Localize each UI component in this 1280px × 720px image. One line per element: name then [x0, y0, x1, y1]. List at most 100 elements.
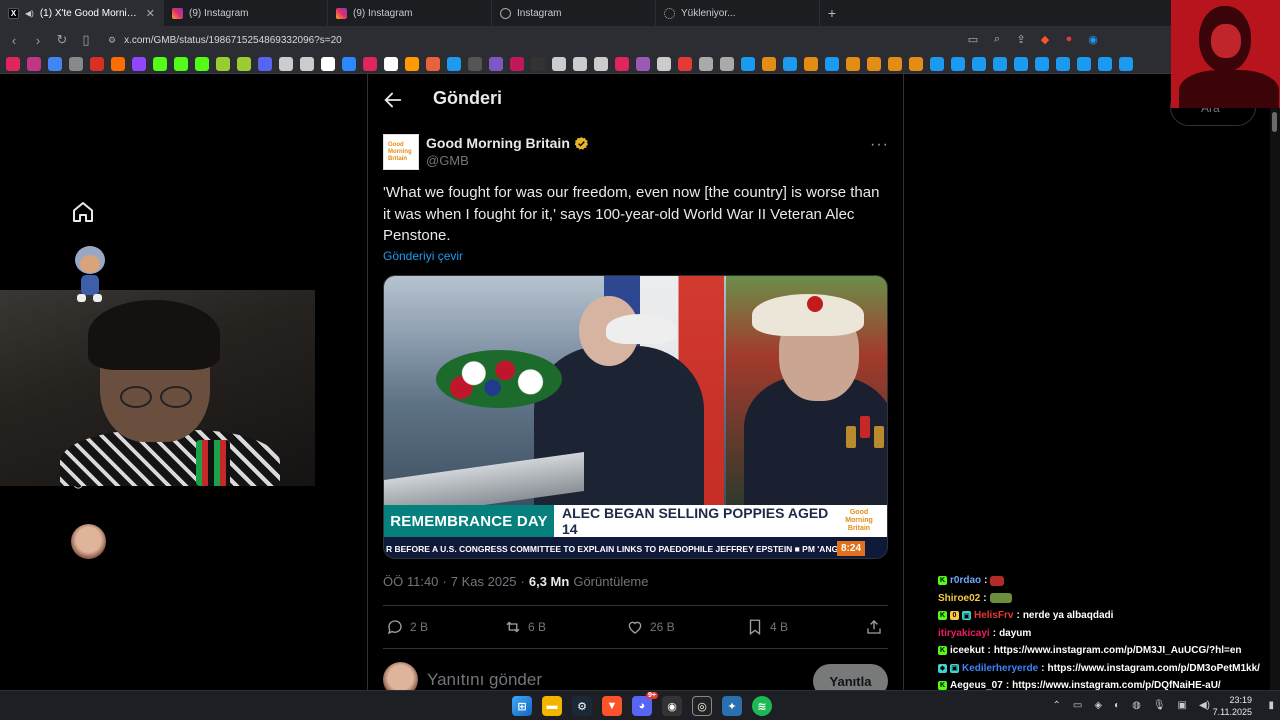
bookmark-favicon-icon[interactable] [174, 56, 188, 71]
microphone-icon[interactable]: 🎙︎ [1153, 700, 1166, 711]
bookmark-favicon-icon[interactable] [237, 56, 251, 71]
bookmark-favicon-icon[interactable] [951, 56, 965, 71]
bookmark-favicon-icon[interactable] [762, 56, 776, 71]
file-explorer-icon[interactable]: ▬ [542, 696, 562, 716]
discord-icon[interactable]: ◕ 9+ [632, 692, 658, 716]
bookmark-favicon-icon[interactable] [531, 56, 545, 71]
chat-username[interactable]: Shiroe02 [938, 593, 980, 604]
bookmark-favicon-icon[interactable] [342, 56, 356, 71]
repost-button[interactable]: 6 B [504, 618, 546, 636]
bookmark-favicon-icon[interactable] [132, 56, 146, 71]
brave-shield-icon[interactable]: ◆ [1038, 32, 1052, 46]
notification-icon[interactable]: ▮ [1268, 700, 1274, 711]
extension-icon[interactable]: ● [1062, 32, 1076, 46]
bookmark-favicon-icon[interactable] [1056, 56, 1070, 71]
monitor-icon[interactable]: ▣ [1178, 700, 1187, 711]
tweet-date[interactable]: 7 Kas 2025 [451, 574, 517, 589]
bookmark-favicon-icon[interactable] [846, 56, 860, 71]
speaker-icon[interactable]: ◀) [25, 9, 34, 18]
bookmark-favicon-icon[interactable] [69, 56, 83, 71]
bookmark-favicon-icon[interactable] [615, 56, 629, 71]
page-scrollbar[interactable] [1270, 108, 1280, 690]
bookmark-favicon-icon[interactable] [447, 56, 461, 71]
share-icon[interactable]: ⇪ [1014, 32, 1028, 46]
app-icon[interactable]: ◎ [692, 696, 712, 716]
bookmark-favicon-icon[interactable] [909, 56, 923, 71]
site-info-icon[interactable]: ⚙ [108, 35, 116, 46]
tweet-video[interactable]: REMEMBRANCE DAY ALEC BEGAN SELLING POPPI… [383, 275, 888, 559]
bookmark-favicon-icon[interactable] [384, 56, 398, 71]
network-icon[interactable]: ◍ [1132, 700, 1141, 711]
scrollbar-thumb[interactable] [1272, 112, 1277, 132]
close-tab-icon[interactable]: ✕ [146, 7, 155, 20]
like-button[interactable]: 26 B [626, 618, 675, 636]
bookmark-favicon-icon[interactable] [153, 56, 167, 71]
steam-icon[interactable]: ⚙ [572, 696, 592, 716]
bookmark-favicon-icon[interactable] [678, 56, 692, 71]
chat-username[interactable]: iceekut [950, 645, 984, 656]
bookmark-favicon-icon[interactable] [573, 56, 587, 71]
account-avatar[interactable]: Good Morning Britain [383, 134, 419, 170]
tab-x-gmb[interactable]: X ◀) (1) X'te Good Morning Britain ✕ [0, 0, 164, 26]
reply-button[interactable]: 2 B [386, 618, 428, 636]
bookmark-favicon-icon[interactable] [363, 56, 377, 71]
forward-icon[interactable]: › [30, 32, 46, 48]
bookmark-favicon-icon[interactable] [783, 56, 797, 71]
bookmark-favicon-icon[interactable] [657, 56, 671, 71]
bookmark-favicon-icon[interactable] [195, 56, 209, 71]
chat-username[interactable]: itiryakicayi [938, 628, 990, 639]
profile-avatar[interactable] [71, 524, 106, 559]
chat-username[interactable]: HelisFrv [974, 610, 1013, 621]
bookmark-favicon-icon[interactable] [90, 56, 104, 71]
bookmark-favicon-icon[interactable] [888, 56, 902, 71]
bookmark-favicon-icon[interactable] [48, 56, 62, 71]
display-name[interactable]: Good Morning Britain [426, 135, 589, 151]
bookmark-favicon-icon[interactable] [804, 56, 818, 71]
bookmark-button[interactable]: 4 B [746, 618, 788, 636]
translate-post-link[interactable]: Gönderiyi çevir [383, 249, 463, 263]
bookmark-favicon-icon[interactable] [6, 56, 20, 71]
steam-tray-icon[interactable]: ◐ [1114, 700, 1120, 711]
reply-submit-button[interactable]: Yanıtla [813, 664, 888, 690]
bookmark-favicon-icon[interactable] [594, 56, 608, 71]
bookmark-favicon-icon[interactable] [111, 56, 125, 71]
bookmark-favicon-icon[interactable] [279, 56, 293, 71]
more-options-icon[interactable]: ··· [870, 136, 889, 154]
bookmark-favicon-icon[interactable] [867, 56, 881, 71]
tweet-time[interactable]: ÖÖ 11:40 [383, 574, 438, 589]
bookmark-favicon-icon[interactable] [426, 56, 440, 71]
tab-loading[interactable]: Yükleniyor... [656, 0, 820, 26]
chat-username[interactable]: Kedilerheryerde [962, 663, 1038, 674]
tab-instagram-1[interactable]: (9) Instagram [164, 0, 328, 26]
tab-instagram-2[interactable]: (9) Instagram [328, 0, 492, 26]
bookmark-favicon-icon[interactable] [1098, 56, 1112, 71]
reply-input[interactable]: Yanıtını gönder [427, 670, 542, 690]
bookmark-favicon-icon[interactable] [825, 56, 839, 71]
obs-icon[interactable]: ◉ [662, 696, 682, 716]
bookmark-favicon-icon[interactable] [699, 56, 713, 71]
tab-instagram-3[interactable]: Instagram [492, 0, 656, 26]
bookmark-page-icon[interactable]: ▯ [78, 32, 94, 48]
bookmark-favicon-icon[interactable] [321, 56, 335, 71]
tray-chevron-icon[interactable]: ⌃ [1052, 700, 1060, 711]
bookmark-favicon-icon[interactable] [930, 56, 944, 71]
bookmark-favicon-icon[interactable] [300, 56, 314, 71]
url-field[interactable]: ⚙ x.com/GMB/status/1986715254869332096?s… [108, 35, 342, 46]
account-handle[interactable]: @GMB [426, 153, 469, 168]
volume-icon[interactable]: ◀) [1199, 700, 1210, 711]
share-button[interactable] [865, 618, 883, 636]
bookmark-favicon-icon[interactable] [720, 56, 734, 71]
bookmark-favicon-icon[interactable] [636, 56, 650, 71]
home-icon[interactable] [71, 200, 95, 224]
bookmark-favicon-icon[interactable] [972, 56, 986, 71]
bookmark-favicon-icon[interactable] [1014, 56, 1028, 71]
composer-avatar[interactable] [383, 662, 418, 690]
brave-browser-icon[interactable]: ▼ [602, 696, 622, 716]
spotify-icon[interactable]: ≋ [752, 696, 772, 716]
bookmark-favicon-icon[interactable] [510, 56, 524, 71]
windows-start-icon[interactable]: ⊞ [512, 696, 532, 716]
bookmark-favicon-icon[interactable] [468, 56, 482, 71]
back-arrow-icon[interactable] [382, 89, 404, 111]
reload-icon[interactable]: ↻ [54, 32, 70, 48]
chat-username[interactable]: r0rdao [950, 575, 981, 586]
